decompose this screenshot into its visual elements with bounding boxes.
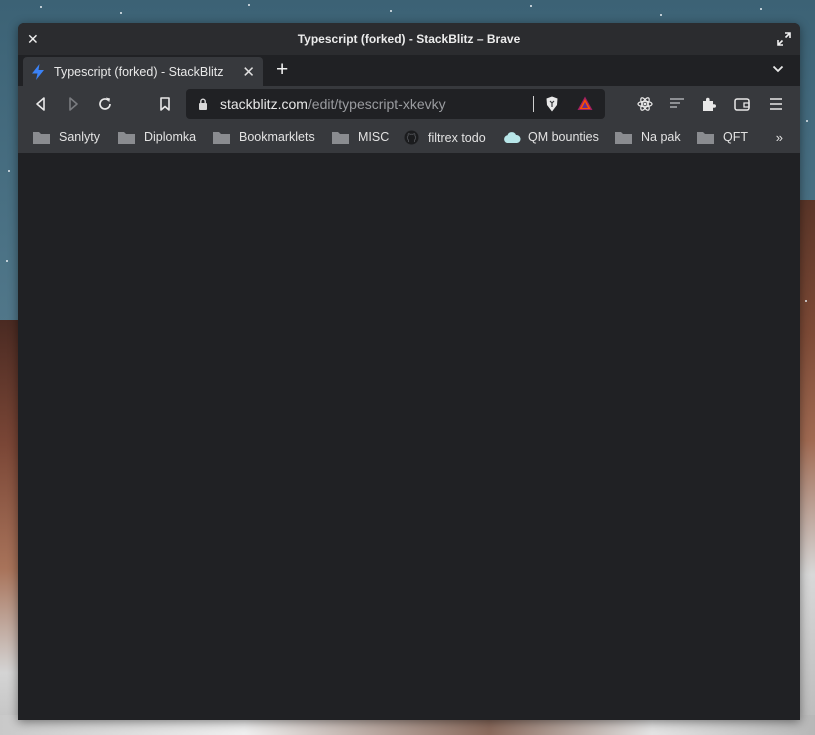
tab-close-icon[interactable]: ✕ [242, 63, 255, 81]
folder-icon [33, 131, 50, 144]
back-icon[interactable] [33, 96, 49, 112]
bookmark-folder-sanlyty[interactable]: Sanlyty [33, 130, 100, 144]
snowflake [120, 12, 122, 14]
folder-icon [332, 131, 349, 144]
bookmark-icon[interactable] [157, 96, 173, 112]
tab-active[interactable]: Typescript (forked) - StackBlitz ✕ [23, 57, 263, 86]
bookmark-qm-bounties[interactable]: QM bounties [503, 130, 599, 144]
window-title: Typescript (forked) - StackBlitz – Brave [297, 32, 521, 46]
reading-list-icon[interactable] [669, 96, 685, 112]
bookmarks-bar: Sanlyty Diplomka Bookmarklets MISC filtr… [18, 123, 800, 153]
menu-icon[interactable] [768, 96, 784, 112]
bookmark-folder-bookmarklets[interactable]: Bookmarklets [213, 130, 315, 144]
bookmark-filtrex-todo[interactable]: filtrex todo [404, 130, 486, 145]
bookmark-label: QM bounties [528, 130, 599, 144]
cloud-icon [504, 131, 521, 143]
bookmark-folder-misc[interactable]: MISC [332, 130, 389, 144]
snowflake [248, 4, 250, 6]
bookmark-label: Diplomka [144, 130, 197, 144]
wallet-icon[interactable] [734, 96, 750, 112]
bookmark-label: Sanlyty [59, 130, 100, 144]
snowflake [660, 14, 662, 16]
bookmark-label: filtrex todo [428, 130, 486, 145]
folder-icon [118, 131, 135, 144]
snowflake [40, 6, 42, 8]
page-content[interactable] [18, 153, 800, 720]
snowflake [805, 300, 807, 302]
folder-icon [213, 131, 230, 144]
url-path: /edit/typescript-xkevky [307, 96, 446, 112]
browser-window: ✕ Typescript (forked) - StackBlitz – Bra… [18, 23, 800, 720]
bookmark-label: Bookmarklets [239, 130, 315, 144]
address-bar-divider [533, 96, 534, 112]
tab-list-chevron-down-icon[interactable] [772, 63, 784, 75]
snowflake [530, 5, 532, 7]
window-close-button[interactable]: ✕ [27, 31, 39, 48]
bookmark-folder-na-pak[interactable]: Na pak [615, 130, 681, 144]
lightning-bolt-icon [32, 63, 44, 80]
bookmark-label: MISC [358, 130, 390, 144]
navigation-toolbar: stackblitz.com/edit/typescript-xkevky [18, 86, 800, 123]
brave-rewards-icon[interactable] [577, 96, 593, 111]
reload-icon[interactable] [97, 96, 113, 112]
github-icon [404, 130, 419, 145]
window-maximize-icon[interactable] [777, 32, 791, 46]
react-devtools-icon[interactable] [637, 96, 653, 112]
bookmark-folder-diplomka[interactable]: Diplomka [118, 130, 196, 144]
lock-icon[interactable] [198, 98, 208, 110]
snowflake [390, 10, 392, 12]
bookmarks-overflow-button[interactable]: » [776, 130, 783, 145]
tab-strip: Typescript (forked) - StackBlitz ✕ + [18, 55, 800, 86]
snowflake [760, 8, 762, 10]
folder-icon [615, 131, 632, 144]
snowflake [806, 120, 808, 122]
brave-shields-icon[interactable] [545, 96, 559, 112]
bookmark-label: QFT [723, 130, 748, 144]
forward-icon[interactable] [65, 96, 81, 112]
window-titlebar[interactable]: ✕ Typescript (forked) - StackBlitz – Bra… [18, 23, 800, 55]
bookmark-label: Na pak [641, 130, 681, 144]
new-tab-button[interactable]: + [276, 59, 288, 80]
bookmark-folder-qft[interactable]: QFT [697, 130, 748, 144]
snowflake [6, 260, 8, 262]
address-bar[interactable]: stackblitz.com/edit/typescript-xkevky [186, 89, 605, 119]
folder-icon [697, 131, 714, 144]
url-host: stackblitz.com [220, 96, 308, 112]
extensions-icon[interactable] [701, 96, 717, 112]
snowflake [8, 170, 10, 172]
tab-title: Typescript (forked) - StackBlitz [54, 64, 224, 79]
